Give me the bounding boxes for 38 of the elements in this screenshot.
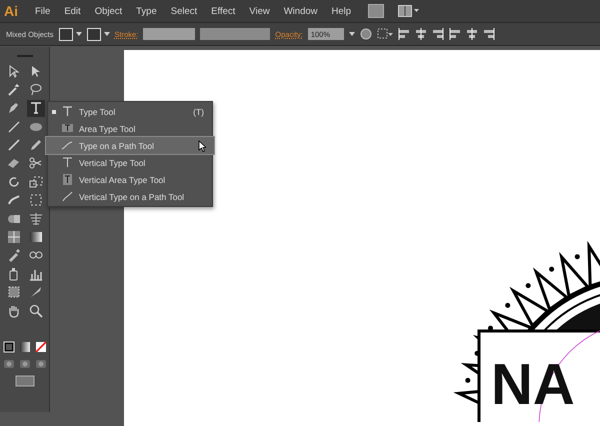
align-icon xyxy=(432,28,444,40)
screen-mode-icon xyxy=(14,375,34,388)
align-icon xyxy=(414,28,427,40)
align-to-icon xyxy=(376,28,393,40)
gradient-icon xyxy=(18,341,30,354)
fill-swatch[interactable] xyxy=(58,28,73,40)
menu-item[interactable]: File xyxy=(28,6,58,16)
draw-mode-icon xyxy=(34,359,46,370)
flyout-menu-item[interactable]: Vertical Type Tool xyxy=(48,154,212,171)
align-icon xyxy=(398,28,410,40)
menu-item[interactable]: Object xyxy=(88,6,130,16)
stroke-weight-field[interactable] xyxy=(143,28,196,40)
menu-item[interactable]: Help xyxy=(324,6,358,16)
none-color-icon xyxy=(34,341,46,354)
menu-item[interactable]: Window xyxy=(276,6,325,16)
menu-item[interactable]: Type xyxy=(129,6,164,16)
menu-item[interactable]: View xyxy=(242,6,277,16)
menu-item[interactable]: Effect xyxy=(204,6,242,16)
arrange-documents-button[interactable] xyxy=(398,5,420,17)
flyout-menu-item[interactable]: Type on a Path Tool xyxy=(46,137,214,154)
draw-mode-icon xyxy=(2,359,14,370)
cursor-icon xyxy=(198,140,206,152)
caret-icon xyxy=(348,32,355,36)
stroke-swatch-icon xyxy=(2,341,14,354)
menu-item[interactable]: Edit xyxy=(57,6,88,16)
flyout-menu-item[interactable]: Type Tool (T) xyxy=(48,103,212,120)
align-icon xyxy=(448,28,461,40)
stroke-swatch[interactable] xyxy=(86,28,101,40)
caret-icon xyxy=(104,32,110,36)
flyout-menu-item[interactable]: Vertical Area Type Tool xyxy=(48,171,212,188)
align-icon xyxy=(466,28,478,40)
flyout-menu-item[interactable]: Vertical Type on a Path Tool xyxy=(48,188,212,205)
menu-item[interactable]: Select xyxy=(164,6,204,16)
caret-icon xyxy=(76,32,82,36)
align-icon xyxy=(482,28,495,40)
app-logo: Ai xyxy=(4,3,18,19)
flyout-menu-item[interactable]: Area Type Tool xyxy=(48,120,212,137)
draw-mode-icon xyxy=(18,359,30,370)
